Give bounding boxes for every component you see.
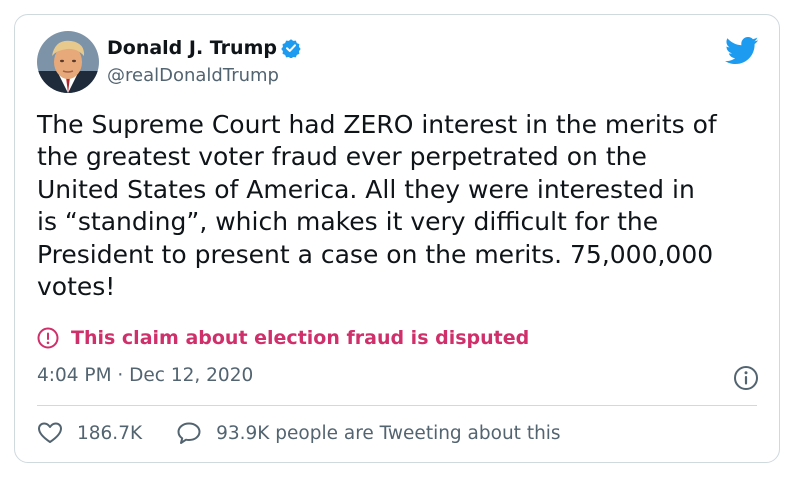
heart-icon — [38, 422, 62, 443]
conversation-link[interactable]: 93.9K people are Tweeting about this — [176, 421, 561, 445]
disputed-claim-label[interactable]: This claim about election fraud is dispu… — [71, 327, 529, 349]
tweet-card[interactable]: Donald J. Trump @realDonaldTrump The Sup… — [14, 14, 780, 463]
disputed-claim-notice[interactable]: This claim about election fraud is dispu… — [37, 327, 529, 349]
tweet-text-line: United States of America. All they were … — [37, 174, 695, 204]
divider — [37, 405, 757, 406]
tweet-text-line: is “standing”, which makes it very diffi… — [37, 207, 659, 237]
like-count: 186.7K — [77, 422, 143, 444]
tweet-text-line: votes! — [37, 272, 116, 302]
engagement-bar: 186.7K 93.9K people are Tweeting about t… — [37, 421, 561, 445]
info-icon[interactable] — [733, 365, 759, 391]
avatar[interactable] — [37, 31, 99, 93]
tweet-text-line: President to present a case on the merit… — [37, 239, 714, 269]
tweet-timestamp[interactable]: 4:04 PM · Dec 12, 2020 — [37, 365, 253, 386]
avatar-portrait — [37, 31, 99, 93]
speech-bubble-icon — [177, 422, 201, 444]
tweet-text: The Supreme Court had ZERO interest in t… — [37, 109, 767, 303]
author-display-name[interactable]: Donald J. Trump — [107, 37, 277, 59]
author-handle[interactable]: @realDonaldTrump — [107, 65, 279, 86]
tweet-text-line: The Supreme Court had ZERO interest in t… — [37, 110, 717, 139]
tweet-text-line: the greatest voter fraud ever perpetrate… — [37, 142, 647, 172]
exclamation-circle-icon — [37, 327, 59, 349]
like-button[interactable]: 186.7K — [37, 421, 142, 445]
verified-badge-icon — [281, 38, 301, 59]
author-name-row[interactable]: Donald J. Trump — [107, 37, 301, 59]
twitter-bird-icon[interactable] — [725, 37, 759, 65]
conversation-count[interactable]: 93.9K people are Tweeting about this — [216, 423, 560, 444]
